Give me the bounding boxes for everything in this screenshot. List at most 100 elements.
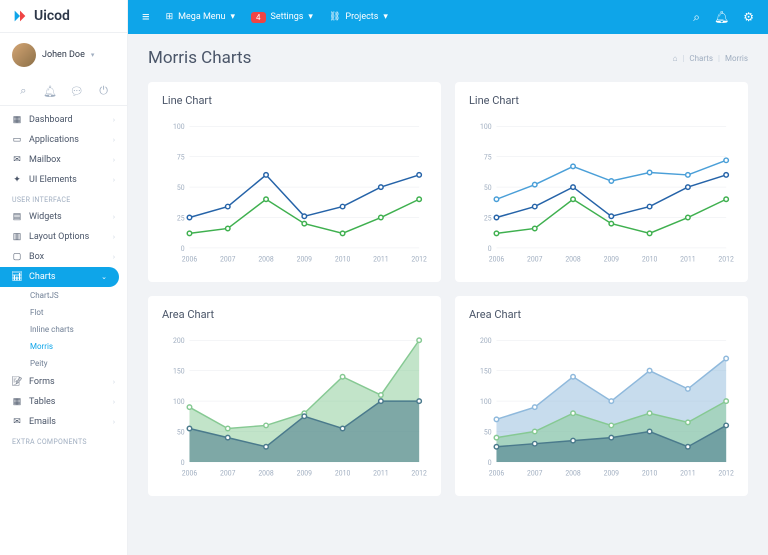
area-chart-1: 0501001502002006200720082009201020112012 xyxy=(162,331,427,481)
sidebar-item-widgets[interactable]: ▤Widgets› xyxy=(0,207,127,227)
main: ≡ ⊞Mega Menu▾ 4Settings▾ ⛓︎Projects▾ ⌕ 🔔… xyxy=(128,0,768,555)
svg-text:0: 0 xyxy=(181,245,185,253)
svg-text:2010: 2010 xyxy=(642,470,658,478)
sidebar-item-charts[interactable]: 📊︎Charts⌄ xyxy=(0,267,119,287)
card-title: Area Chart xyxy=(469,308,734,321)
settings-badge: 4 xyxy=(251,12,266,23)
logo-icon xyxy=(12,8,28,24)
svg-text:2008: 2008 xyxy=(258,470,274,478)
card-line-1: Line Chart 02550751002006200720082009201… xyxy=(148,82,441,282)
top-mega-menu[interactable]: ⊞Mega Menu▾ xyxy=(166,12,235,22)
sidebar-item-box[interactable]: ▢Box› xyxy=(0,247,127,267)
chevron-down-icon: ▾ xyxy=(91,51,95,59)
svg-text:0: 0 xyxy=(488,459,492,467)
svg-text:150: 150 xyxy=(480,368,492,376)
svg-text:2007: 2007 xyxy=(220,256,236,264)
sidebar-item-forms[interactable]: 📝︎Forms› xyxy=(0,372,127,392)
card-title: Area Chart xyxy=(162,308,427,321)
svg-text:2006: 2006 xyxy=(489,256,505,264)
svg-text:2012: 2012 xyxy=(718,470,734,478)
svg-text:2008: 2008 xyxy=(258,256,274,264)
svg-text:200: 200 xyxy=(480,337,492,345)
svg-text:2009: 2009 xyxy=(604,470,620,478)
envelope-icon: ✉︎ xyxy=(12,155,22,165)
svg-text:2010: 2010 xyxy=(335,256,351,264)
bell-icon[interactable]: 🔔︎ xyxy=(714,10,729,25)
card-line-2: Line Chart 02550751002006200720082009201… xyxy=(455,82,748,282)
svg-text:2009: 2009 xyxy=(297,470,313,478)
svg-text:2011: 2011 xyxy=(373,470,388,478)
sidebar-sub-morris[interactable]: Morris xyxy=(0,338,127,355)
home-icon[interactable]: ⌂ xyxy=(673,54,678,63)
sidebar-item-emails[interactable]: ✉︎Emails› xyxy=(0,412,127,432)
layout-icon: ▥ xyxy=(12,232,22,242)
card-title: Line Chart xyxy=(469,94,734,107)
chevron-right-icon: › xyxy=(113,176,115,184)
sidebar-item-tables[interactable]: ▦Tables› xyxy=(0,392,127,412)
chevron-down-icon: ▾ xyxy=(308,12,313,22)
sidebar-item-layout[interactable]: ▥Layout Options› xyxy=(0,227,127,247)
sidebar-quick-icons: ⌕ 🔔︎ 💬︎ ⏻ xyxy=(0,77,127,106)
grid-icon: ⊞ xyxy=(166,12,174,22)
gear-icon[interactable]: ⚙︎ xyxy=(743,10,754,25)
chat-icon[interactable]: 💬︎ xyxy=(69,83,85,99)
search-icon[interactable]: ⌕ xyxy=(693,10,700,25)
crumb-morris: Morris xyxy=(725,54,748,63)
svg-text:2006: 2006 xyxy=(182,256,198,264)
chevron-down-icon: ▾ xyxy=(383,12,388,22)
chevron-right-icon: › xyxy=(113,213,115,221)
line-chart-2: 02550751002006200720082009201020112012 xyxy=(469,117,734,267)
sidebar-item-ui-elements[interactable]: ✦UI Elements› xyxy=(0,170,127,190)
chevron-right-icon: › xyxy=(113,418,115,426)
user-block[interactable]: Johen Doe ▾ xyxy=(0,33,127,77)
user-name: Johen Doe xyxy=(42,50,85,60)
chart-icon: 📊︎ xyxy=(12,272,22,282)
line-chart-1: 02550751002006200720082009201020112012 xyxy=(162,117,427,267)
content: Morris Charts ⌂| Charts| Morris Line Cha… xyxy=(128,34,768,555)
chevron-right-icon: › xyxy=(113,116,115,124)
sidebar-sub-chartjs[interactable]: ChartJS xyxy=(0,287,127,304)
svg-text:2009: 2009 xyxy=(604,256,620,264)
bell-icon[interactable]: 🔔︎ xyxy=(42,83,58,99)
sidebar-item-dashboard[interactable]: ▦Dashboard› xyxy=(0,110,127,130)
svg-text:2010: 2010 xyxy=(642,256,658,264)
top-projects[interactable]: ⛓︎Projects▾ xyxy=(329,12,388,22)
sidebar-menu: ▦Dashboard› ▭Applications› ✉︎Mailbox› ✦U… xyxy=(0,106,127,555)
power-icon[interactable]: ⏻ xyxy=(96,83,112,99)
hamburger-icon[interactable]: ≡ xyxy=(142,9,150,25)
svg-text:25: 25 xyxy=(177,214,185,222)
window-icon: ▭ xyxy=(12,135,22,145)
chevron-right-icon: › xyxy=(113,398,115,406)
sidebar-item-mailbox[interactable]: ✉︎Mailbox› xyxy=(0,150,127,170)
topbar: ≡ ⊞Mega Menu▾ 4Settings▾ ⛓︎Projects▾ ⌕ 🔔… xyxy=(128,0,768,34)
svg-text:2011: 2011 xyxy=(373,256,388,264)
menu-heading-ui: USER INTERFACE xyxy=(0,190,127,207)
top-settings[interactable]: 4Settings▾ xyxy=(251,12,313,23)
sidebar-sub-peity[interactable]: Peity xyxy=(0,355,127,372)
svg-text:2011: 2011 xyxy=(680,256,695,264)
sparkle-icon: ✦ xyxy=(12,175,22,185)
chevron-down-icon: ⌄ xyxy=(101,273,107,281)
email-icon: ✉︎ xyxy=(12,417,22,427)
svg-text:50: 50 xyxy=(484,184,492,192)
svg-text:100: 100 xyxy=(480,123,492,131)
svg-text:25: 25 xyxy=(484,214,492,222)
sidebar-sub-inline[interactable]: Inline charts xyxy=(0,321,127,338)
svg-text:2007: 2007 xyxy=(527,470,543,478)
logo[interactable]: Uicod xyxy=(0,0,127,33)
svg-text:2006: 2006 xyxy=(182,470,198,478)
crumb-charts[interactable]: Charts xyxy=(689,54,713,63)
svg-text:75: 75 xyxy=(177,154,185,162)
chevron-right-icon: › xyxy=(113,253,115,261)
page-header: Morris Charts ⌂| Charts| Morris xyxy=(148,48,748,68)
search-icon[interactable]: ⌕ xyxy=(15,83,31,99)
svg-text:2008: 2008 xyxy=(565,256,581,264)
svg-text:50: 50 xyxy=(484,428,492,436)
svg-text:2012: 2012 xyxy=(411,470,427,478)
svg-text:50: 50 xyxy=(177,184,185,192)
sidebar-sub-flot[interactable]: Flot xyxy=(0,304,127,321)
sidebar-item-applications[interactable]: ▭Applications› xyxy=(0,130,127,150)
svg-text:2010: 2010 xyxy=(335,470,351,478)
svg-text:2012: 2012 xyxy=(411,256,427,264)
svg-text:200: 200 xyxy=(173,337,185,345)
